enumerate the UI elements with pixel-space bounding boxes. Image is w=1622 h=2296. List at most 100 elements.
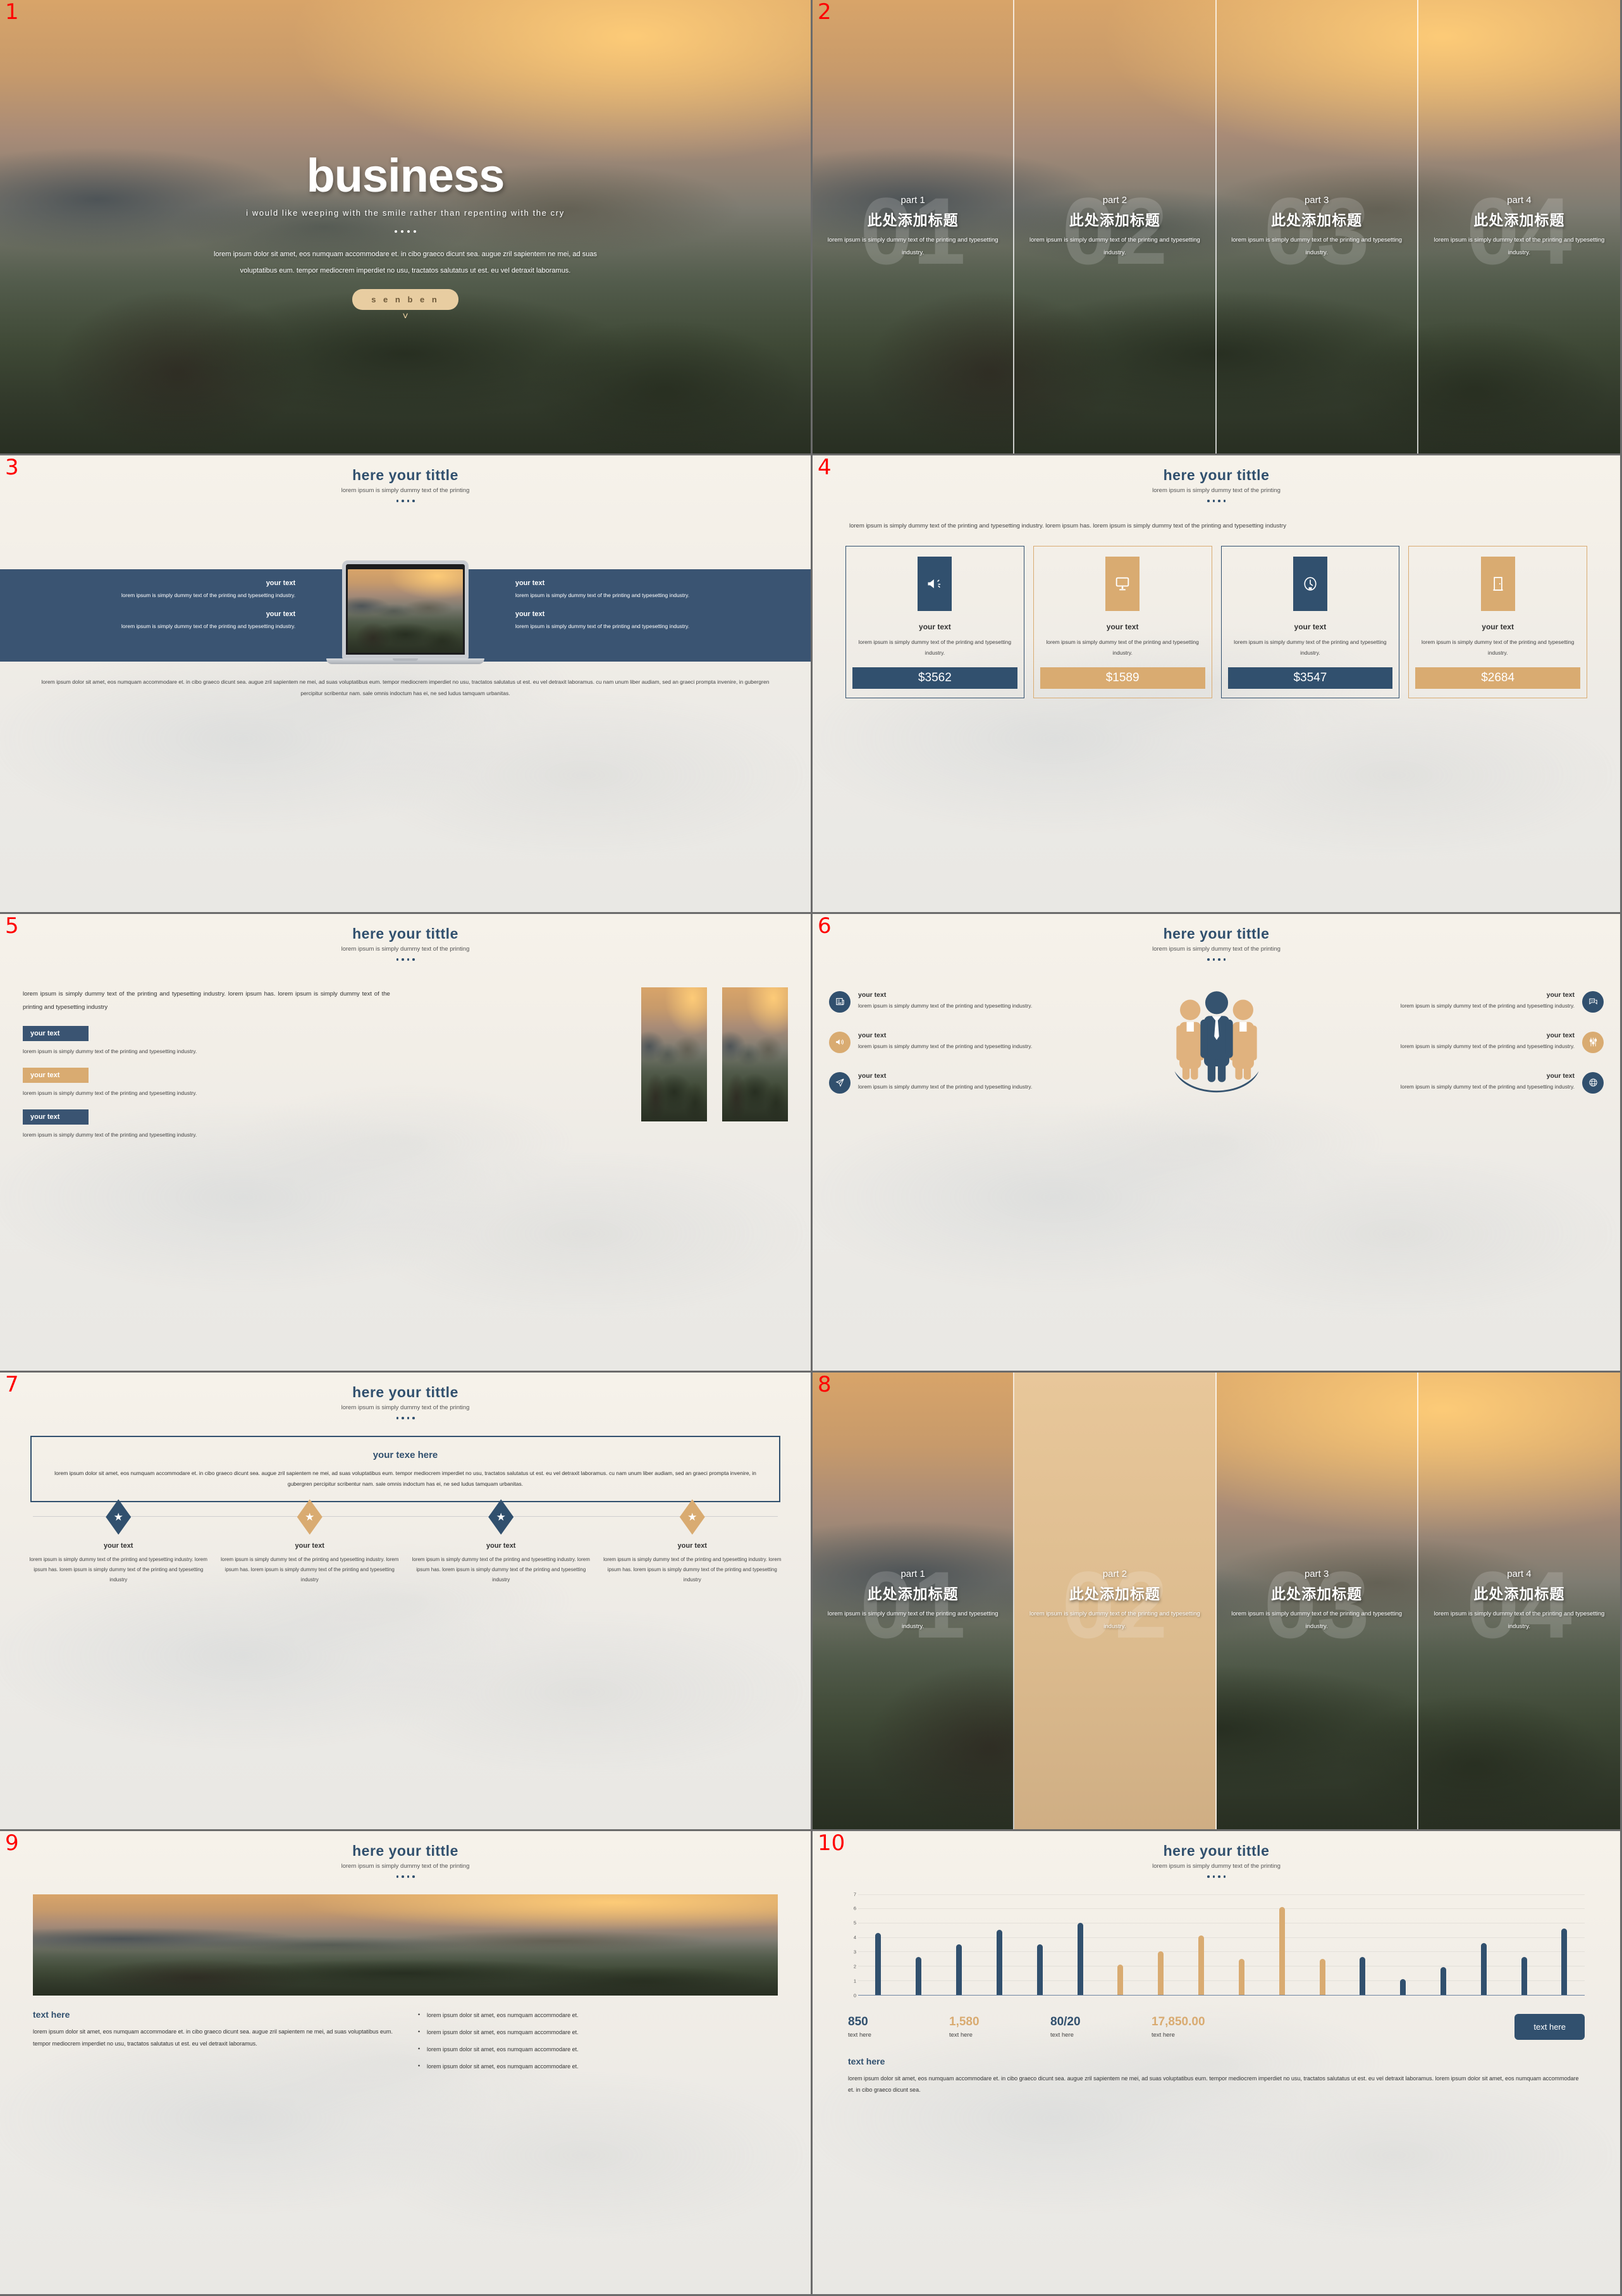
- hero-photo: [33, 1894, 778, 1996]
- card-price: $3562: [852, 667, 1017, 689]
- timeline-step[interactable]: ★ your text lorem ipsum is simply dummy …: [23, 1499, 214, 1585]
- slide-header: here your tittle lorem ipsum is simply d…: [0, 914, 811, 961]
- price-card[interactable]: your text lorem ipsum is simply dummy te…: [845, 546, 1024, 699]
- photo-tile: [641, 987, 707, 1121]
- part-kicker: part 4: [1507, 1569, 1532, 1580]
- part-column[interactable]: 03 part 3 此处添加标题 lorem ipsum is simply d…: [1217, 1373, 1418, 1829]
- page-title: here your tittle: [352, 467, 458, 483]
- chart-bar-cell: [1342, 1894, 1383, 1995]
- feature-item[interactable]: your text lorem ipsum is simply dummy te…: [829, 991, 1147, 1013]
- part-title: 此处添加标题: [1271, 1586, 1363, 1603]
- slide-5[interactable]: 5 here your tittle lorem ipsum is simply…: [0, 914, 813, 1373]
- timeline-step[interactable]: ★ your text lorem ipsum is simply dummy …: [597, 1499, 789, 1585]
- card-desc: lorem ipsum is simply dummy text of the …: [1234, 639, 1387, 657]
- block-title: your text: [266, 610, 296, 619]
- page-title: here your tittle: [1163, 925, 1270, 942]
- dot-separator: [0, 1417, 811, 1419]
- dot-separator: [395, 230, 416, 233]
- price-card[interactable]: your text lorem ipsum is simply dummy te…: [1408, 546, 1587, 699]
- page-subtitle: lorem ipsum is simply dummy text of the …: [1152, 946, 1281, 953]
- timeline-step[interactable]: ★ your text lorem ipsum is simply dummy …: [214, 1499, 406, 1585]
- stat-value: 80/20: [1050, 2015, 1081, 2028]
- chart-y-axis: 7 6 5 4 3 2 1 0: [848, 1891, 858, 1998]
- stat-value: 17,850.00: [1152, 2015, 1205, 2028]
- part-title: 此处添加标题: [867, 1586, 959, 1603]
- senben-button[interactable]: s e n b e n: [352, 289, 458, 310]
- price-card[interactable]: your text lorem ipsum is simply dummy te…: [1033, 546, 1212, 699]
- slide-7[interactable]: 7 here your tittle lorem ipsum is simply…: [0, 1373, 813, 1831]
- chart-bar-cell: [1504, 1894, 1544, 1995]
- stopwatch-icon: [1293, 557, 1327, 612]
- section-body: lorem ipsum dolor sit amet, eos numquam …: [848, 2075, 1579, 2094]
- section-heading: text here: [848, 2056, 885, 2066]
- chart-bar: [1360, 1957, 1366, 1995]
- chevron-down-icon[interactable]: ˅: [402, 312, 408, 321]
- card-desc: lorem ipsum is simply dummy text of the …: [1421, 639, 1575, 657]
- background-photo: [0, 914, 811, 1371]
- slide-2[interactable]: 2 01 part 1 此处添加标题 lorem ipsum is simply…: [813, 0, 1622, 455]
- part-column[interactable]: 01 part 1 此处添加标题 lorem ipsum is simply d…: [813, 0, 1015, 454]
- chart-bar-cell: [1423, 1894, 1464, 1995]
- part-title: 此处添加标题: [1271, 211, 1363, 228]
- bullet-list: lorem ipsum dolor sit amet, eos numquam …: [418, 2009, 778, 2080]
- price-card[interactable]: your text lorem ipsum is simply dummy te…: [1220, 546, 1400, 699]
- paper-plane-icon: [829, 1071, 851, 1094]
- text-block: your text lorem ipsum is simply dummy te…: [9, 610, 295, 631]
- chart-bars: [858, 1894, 1585, 1995]
- feature-item[interactable]: your text lorem ipsum is simply dummy te…: [829, 1031, 1147, 1053]
- feature-item[interactable]: your text lorem ipsum is simply dummy te…: [1286, 1071, 1604, 1094]
- chart-bar: [916, 1957, 922, 1995]
- dot-separator: [0, 500, 811, 502]
- slide-10[interactable]: 10 here your tittle lorem ipsum is simpl…: [813, 1831, 1622, 2296]
- step-desc: lorem ipsum is simply dummy text of the …: [29, 1557, 207, 1583]
- chart-bar: [1441, 1967, 1446, 1995]
- feature-item[interactable]: your text lorem ipsum is simply dummy te…: [1286, 991, 1604, 1013]
- part-kicker: part 2: [1102, 194, 1127, 206]
- part-kicker: part 3: [1304, 194, 1329, 206]
- slide-header: here your tittle lorem ipsum is simply d…: [813, 455, 1620, 502]
- chart-y-tick: 4: [853, 1934, 856, 1941]
- tag-label[interactable]: your text: [23, 1109, 89, 1125]
- slide-3[interactable]: 3 here your tittle lorem ipsum is simply…: [0, 455, 813, 914]
- slide-8[interactable]: 8 01 part 1 此处添加标题 lorem ipsum is simply…: [813, 1373, 1622, 1831]
- part-title: 此处添加标题: [867, 211, 959, 228]
- feature-item[interactable]: your text lorem ipsum is simply dummy te…: [1286, 1031, 1604, 1053]
- laptop-mockup: [326, 560, 484, 664]
- part-column[interactable]: 01 part 1 此处添加标题 lorem ipsum is simply d…: [813, 1373, 1015, 1829]
- chart-bar: [1158, 1951, 1164, 1995]
- slide-1[interactable]: 1 business i would like weeping with the…: [0, 0, 813, 455]
- feature-item[interactable]: your text lorem ipsum is simply dummy te…: [829, 1071, 1147, 1094]
- slide-4[interactable]: 4 here your tittle lorem ipsum is simply…: [813, 455, 1622, 914]
- page-title: here your tittle: [352, 925, 458, 942]
- feature-title: your text: [858, 1031, 887, 1039]
- slide-number: 3: [5, 455, 19, 480]
- part-column[interactable]: 03 part 3 此处添加标题 lorem ipsum is simply d…: [1217, 0, 1418, 454]
- tag-desc: lorem ipsum is simply dummy text of the …: [23, 1132, 197, 1139]
- price-cards: your text lorem ipsum is simply dummy te…: [845, 546, 1587, 699]
- tag-desc: lorem ipsum is simply dummy text of the …: [23, 1090, 197, 1097]
- text-here-button[interactable]: text here: [1514, 2013, 1585, 2040]
- page-title: here your tittle: [352, 1842, 458, 1859]
- megaphone-icon: [829, 1031, 851, 1053]
- page-title: here your tittle: [1163, 467, 1270, 483]
- lead-paragraph: lorem ipsum is simply dummy text of the …: [849, 522, 1286, 529]
- stat-value: 850: [848, 2015, 868, 2028]
- part-column[interactable]: 04 part 4 此处添加标题 lorem ipsum is simply d…: [1418, 0, 1620, 454]
- chart-bar-cell: [1302, 1894, 1342, 1995]
- part-column[interactable]: 04 part 4 此处添加标题 lorem ipsum is simply d…: [1418, 1373, 1620, 1829]
- chart-bar: [1117, 1964, 1124, 1995]
- tag-label[interactable]: your text: [23, 1026, 89, 1042]
- tag-label[interactable]: your text: [23, 1068, 89, 1083]
- part-column[interactable]: 02 part 2 此处添加标题 lorem ipsum is simply d…: [1014, 0, 1217, 454]
- timeline-step[interactable]: ★ your text lorem ipsum is simply dummy …: [405, 1499, 597, 1585]
- part-kicker: part 1: [900, 1569, 925, 1580]
- card-price: $2684: [1415, 667, 1580, 689]
- step-desc: lorem ipsum is simply dummy text of the …: [412, 1557, 590, 1583]
- slide-9[interactable]: 9 here your tittle lorem ipsum is simply…: [0, 1831, 813, 2296]
- stat-item: 80/20 text here: [1050, 2015, 1152, 2039]
- part-description: lorem ipsum is simply dummy text of the …: [1434, 236, 1605, 256]
- slide-6[interactable]: 6 here your tittle lorem ipsum is simply…: [813, 914, 1622, 1373]
- feature-desc: lorem ipsum is simply dummy text of the …: [1400, 1042, 1575, 1049]
- part-column[interactable]: 02 part 2 此处添加标题 lorem ipsum is simply d…: [1014, 1373, 1217, 1829]
- newspaper-icon: [829, 991, 851, 1013]
